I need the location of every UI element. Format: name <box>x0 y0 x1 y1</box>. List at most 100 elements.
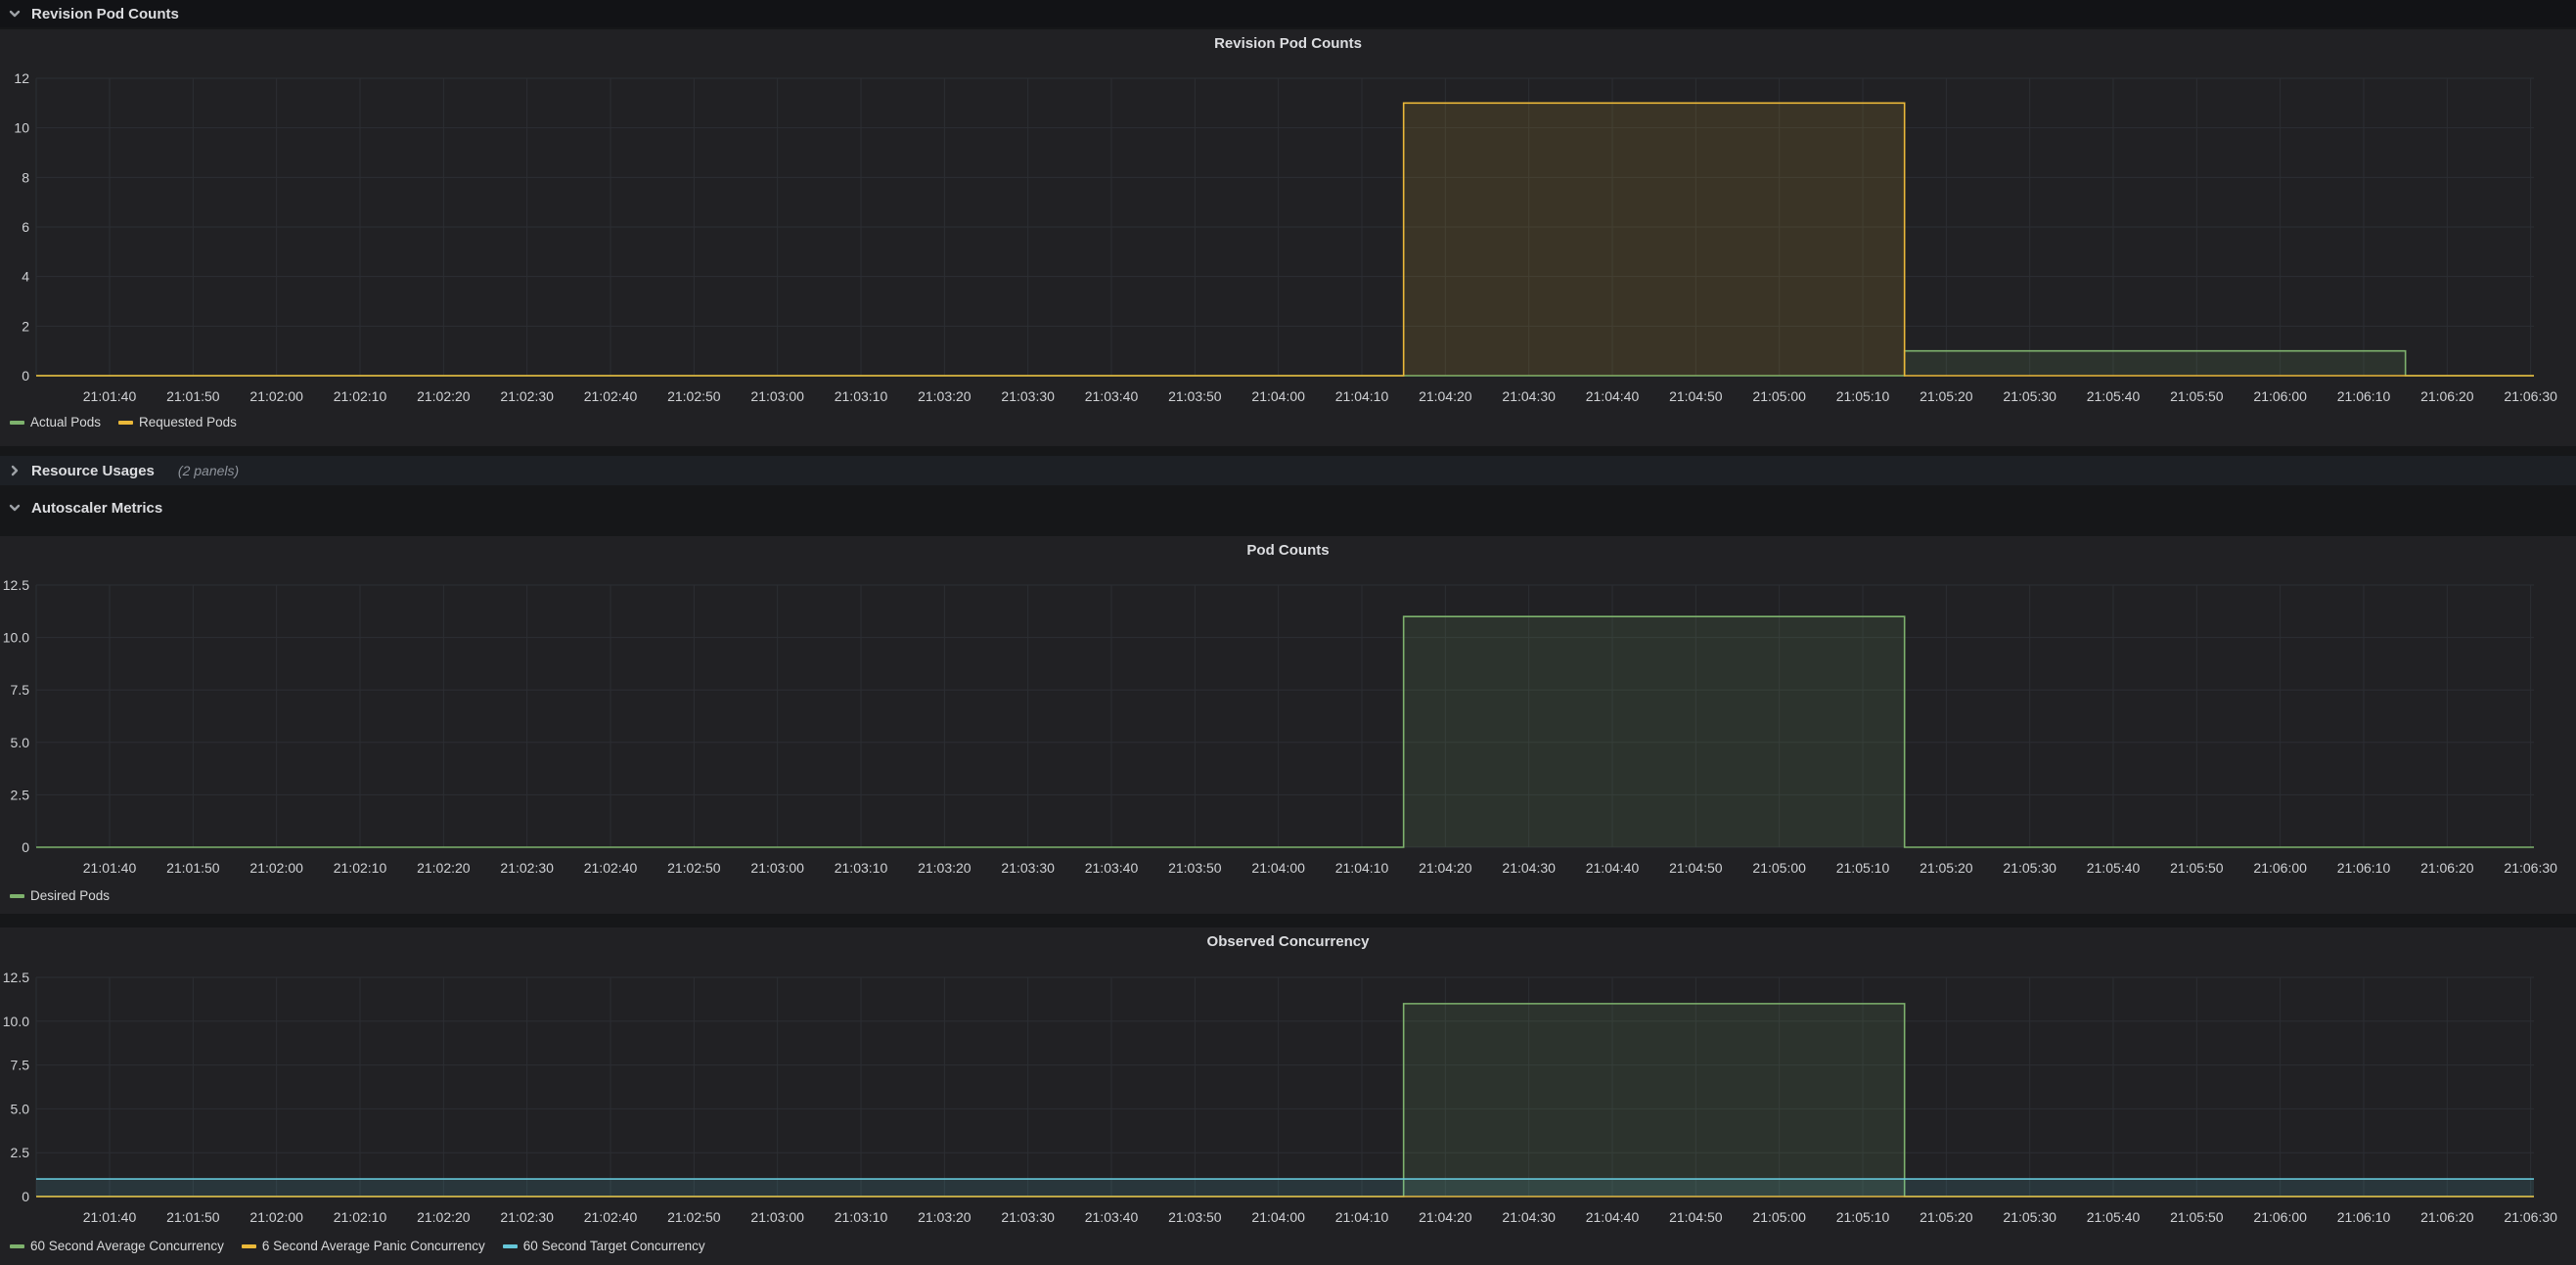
legend-swatch-icon <box>10 1244 24 1248</box>
legend-item[interactable]: 60 Second Target Concurrency <box>503 1239 705 1253</box>
x-axis-tick-label: 21:04:40 <box>1586 1209 1640 1225</box>
panel-revision-pod-counts: Revision Pod Counts 02468101221:01:4021:… <box>0 29 2576 446</box>
section-header-resource-usages[interactable]: Resource Usages (2 panels) <box>0 456 2576 485</box>
x-axis-tick-label: 21:03:10 <box>835 1209 888 1225</box>
legend-item[interactable]: Actual Pods <box>10 415 101 429</box>
x-axis-tick-label: 21:04:30 <box>1502 860 1556 876</box>
section-panel-count: (2 panels) <box>178 463 239 478</box>
x-axis-tick-label: 21:02:10 <box>334 860 387 876</box>
x-axis-tick-label: 21:01:50 <box>166 388 220 404</box>
x-axis-tick-label: 21:06:20 <box>2420 860 2474 876</box>
x-axis-tick-label: 21:03:00 <box>750 388 804 404</box>
y-axis-tick-label: 0 <box>22 368 29 384</box>
panel-title[interactable]: Revision Pod Counts <box>0 35 2576 52</box>
x-axis-tick-label: 21:02:50 <box>667 860 721 876</box>
y-axis-tick-label: 10.0 <box>3 1014 29 1029</box>
x-axis-tick-label: 21:03:30 <box>1001 1209 1055 1225</box>
y-axis-tick-label: 8 <box>22 169 29 185</box>
x-axis-tick-label: 21:04:30 <box>1502 388 1556 404</box>
legend-item-label: 6 Second Average Panic Concurrency <box>262 1239 485 1253</box>
x-axis-tick-label: 21:06:30 <box>2504 1209 2557 1225</box>
y-axis-tick-label: 5.0 <box>11 1101 30 1116</box>
x-axis-tick-label: 21:02:20 <box>417 1209 471 1225</box>
legend-item[interactable]: Desired Pods <box>10 888 110 903</box>
x-axis-tick-label: 21:05:50 <box>2170 860 2224 876</box>
x-axis-tick-label: 21:06:00 <box>2253 860 2307 876</box>
x-axis-tick-label: 21:04:50 <box>1669 1209 1723 1225</box>
legend-swatch-icon <box>242 1244 256 1248</box>
x-axis-tick-label: 21:04:40 <box>1586 388 1640 404</box>
x-axis-tick-label: 21:03:00 <box>750 860 804 876</box>
legend-item[interactable]: Requested Pods <box>118 415 237 429</box>
legend-swatch-icon <box>503 1244 518 1248</box>
x-axis-tick-label: 21:05:50 <box>2170 388 2224 404</box>
panel-title[interactable]: Pod Counts <box>0 542 2576 559</box>
x-axis-tick-label: 21:05:10 <box>1836 860 1890 876</box>
section-header-revision-pod-counts[interactable]: Revision Pod Counts <box>0 0 2576 27</box>
chart-canvas[interactable]: 02468101221:01:4021:01:5021:02:0021:02:1… <box>0 29 2576 446</box>
legend-swatch-icon <box>118 421 133 425</box>
x-axis-tick-label: 21:01:40 <box>83 860 137 876</box>
series-area <box>36 1179 2534 1197</box>
x-axis-tick-label: 21:03:30 <box>1001 860 1055 876</box>
x-axis-tick-label: 21:05:10 <box>1836 388 1890 404</box>
x-axis-tick-label: 21:04:00 <box>1251 388 1305 404</box>
x-axis-tick-label: 21:05:20 <box>1920 388 1973 404</box>
legend-item-label: Actual Pods <box>30 415 101 429</box>
x-axis-tick-label: 21:03:50 <box>1168 860 1222 876</box>
x-axis-tick-label: 21:02:10 <box>334 1209 387 1225</box>
x-axis-tick-label: 21:03:50 <box>1168 388 1222 404</box>
x-axis-tick-label: 21:01:50 <box>166 1209 220 1225</box>
y-axis-tick-label: 12.5 <box>3 970 29 985</box>
legend-swatch-icon <box>10 894 24 898</box>
section-title: Revision Pod Counts <box>31 6 179 23</box>
x-axis-tick-label: 21:06:20 <box>2420 388 2474 404</box>
chevron-down-icon <box>8 501 22 515</box>
x-axis-tick-label: 21:04:10 <box>1335 1209 1389 1225</box>
x-axis-tick-label: 21:05:00 <box>1752 860 1806 876</box>
panel-pod-counts: Pod Counts 02.55.07.510.012.521:01:4021:… <box>0 536 2576 914</box>
x-axis-tick-label: 21:02:30 <box>500 1209 554 1225</box>
series-line <box>36 1004 2534 1197</box>
x-axis-tick-label: 21:01:40 <box>83 1209 137 1225</box>
legend-item[interactable]: 60 Second Average Concurrency <box>10 1239 224 1253</box>
y-axis-tick-label: 4 <box>22 269 29 285</box>
x-axis-tick-label: 21:04:40 <box>1586 860 1640 876</box>
y-axis-tick-label: 10 <box>14 120 29 136</box>
y-axis-tick-label: 0 <box>22 839 29 855</box>
legend-item[interactable]: 6 Second Average Panic Concurrency <box>242 1239 485 1253</box>
x-axis-tick-label: 21:05:40 <box>2087 1209 2141 1225</box>
x-axis-tick-label: 21:06:10 <box>2337 1209 2391 1225</box>
x-axis-tick-label: 21:04:50 <box>1669 388 1723 404</box>
x-axis-tick-label: 21:02:00 <box>249 388 303 404</box>
chart-canvas[interactable]: 02.55.07.510.012.521:01:4021:01:5021:02:… <box>0 927 2576 1265</box>
legend-item-label: Desired Pods <box>30 888 110 903</box>
x-axis-tick-label: 21:02:10 <box>334 388 387 404</box>
x-axis-tick-label: 21:03:20 <box>918 1209 972 1225</box>
x-axis-tick-label: 21:06:20 <box>2420 1209 2474 1225</box>
x-axis-tick-label: 21:03:10 <box>835 388 888 404</box>
x-axis-tick-label: 21:02:20 <box>417 388 471 404</box>
panel-title[interactable]: Observed Concurrency <box>0 933 2576 950</box>
x-axis-tick-label: 21:02:40 <box>584 1209 638 1225</box>
section-header-autoscaler-metrics[interactable]: Autoscaler Metrics <box>0 491 2576 524</box>
x-axis-tick-label: 21:03:10 <box>835 860 888 876</box>
y-axis-tick-label: 10.0 <box>3 630 29 646</box>
legend-swatch-icon <box>10 421 24 425</box>
x-axis-tick-label: 21:05:00 <box>1752 1209 1806 1225</box>
chart-legend: Desired Pods <box>10 888 110 903</box>
x-axis-tick-label: 21:02:50 <box>667 1209 721 1225</box>
x-axis-tick-label: 21:02:40 <box>584 860 638 876</box>
section-title: Autoscaler Metrics <box>31 500 162 517</box>
chevron-down-icon <box>8 7 22 21</box>
y-axis-tick-label: 5.0 <box>11 735 30 750</box>
chart-canvas[interactable]: 02.55.07.510.012.521:01:4021:01:5021:02:… <box>0 536 2576 914</box>
x-axis-tick-label: 21:02:20 <box>417 860 471 876</box>
x-axis-tick-label: 21:01:40 <box>83 388 137 404</box>
x-axis-tick-label: 21:03:30 <box>1001 388 1055 404</box>
x-axis-tick-label: 21:05:30 <box>2003 860 2056 876</box>
series-line <box>36 103 2534 376</box>
x-axis-tick-label: 21:02:30 <box>500 860 554 876</box>
series-area <box>36 616 2534 847</box>
x-axis-tick-label: 21:04:10 <box>1335 388 1389 404</box>
